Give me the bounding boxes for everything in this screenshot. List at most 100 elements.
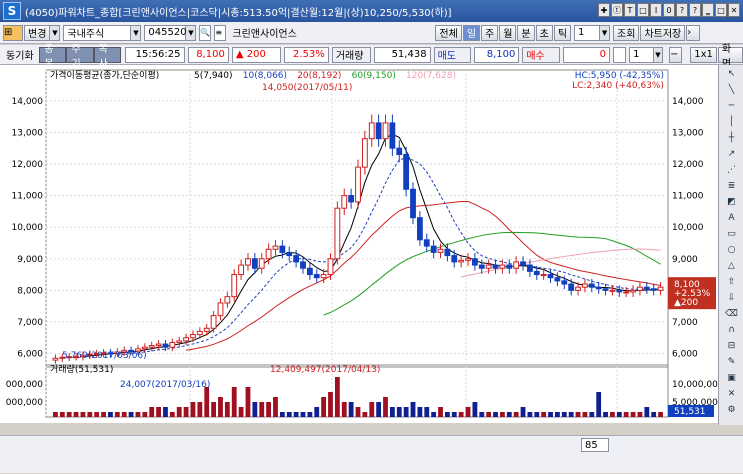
drawing-toolbar: ↖ ╲ ─ │ ┼ ↗ ⋰ ≣ ◩ A ▭ ○ △ ⇧ ⇩ ⌫ ∩ ⊟ ✎ ▣ ✕ ⚙ [718,65,743,425]
price-field: 8,100 [187,46,229,63]
candle [176,340,183,343]
list-icon[interactable]: ≡ [214,24,227,41]
window-button-0[interactable]: ✚ [598,3,610,17]
tab-2[interactable]: 주 [481,24,499,41]
volume-bar [142,412,148,417]
chevron-down-icon[interactable]: ▼ [50,24,61,41]
save-chart-button[interactable]: 차트저장 [640,24,686,41]
buy-label: 매수 [522,46,560,63]
candle [637,286,643,291]
sync-label[interactable]: 동기화 [6,47,39,62]
candle [190,334,196,339]
search-icon[interactable]: 🔍 [199,24,212,41]
change-button[interactable]: 변경 [24,24,51,41]
volume-bar [108,412,113,417]
period-input[interactable]: 1 [574,24,601,41]
candle [630,289,636,293]
query-button[interactable]: 조회 [613,24,640,41]
pen-icon[interactable]: ✎ [725,356,738,369]
candle [382,122,389,140]
tab-0[interactable]: 전체 [435,24,462,41]
tri-icon[interactable]: △ [725,260,738,273]
volume-bar [493,412,498,417]
chevron-down-icon[interactable]: ▼ [653,46,664,63]
volume-bar [321,397,327,417]
tab-3[interactable]: 월 [499,24,517,41]
candle [272,245,279,250]
chevron-right-icon[interactable]: › [686,24,701,41]
circle-icon[interactable]: ○ [725,244,738,257]
candle [306,267,313,276]
ruler-icon[interactable]: ⊟ [725,340,738,353]
candle [568,283,575,291]
window-button-3[interactable]: □ [637,3,649,17]
folder-icon[interactable]: ⊞ [3,24,23,41]
chevron-down-icon[interactable]: ▼ [186,24,197,41]
count-input[interactable]: 1 [629,46,654,63]
tab-6[interactable]: 틱 [553,24,572,41]
stock-code-input[interactable]: 045520 [144,24,187,41]
candle [313,274,320,279]
trend-icon[interactable]: ↗ [725,148,738,161]
volume-bar [568,412,574,417]
lock-icon[interactable]: ▣ [725,372,738,385]
volume-bar [135,412,141,417]
zoom-input[interactable]: 85 [581,438,609,452]
window-button-9[interactable]: □ [715,3,727,17]
candle [485,264,492,269]
copy-button[interactable]: 복사 [93,44,121,70]
minus-icon[interactable]: − [669,46,683,63]
tab-1[interactable]: 일 [462,24,481,41]
candle [657,286,664,291]
volume-bar [224,402,230,417]
window-button-8[interactable]: ‗ [702,3,714,17]
change-field: ▲ 200 [231,46,281,63]
hline-icon[interactable]: ─ [725,100,738,113]
window-button-1[interactable]: ⓣ [611,3,623,17]
window-button-2[interactable]: T [624,3,636,17]
up-arrow-icon[interactable]: ⇧ [725,276,738,289]
candle [368,122,375,140]
text-icon[interactable]: A [725,212,738,225]
candle [540,274,547,277]
eraser-icon[interactable]: ⌫ [725,308,738,321]
delete-icon[interactable]: ✕ [725,388,738,401]
volume-bar [266,402,272,417]
volume-bar [541,412,547,417]
window-button-7[interactable]: ? [689,3,701,17]
checkbox[interactable] [612,46,627,63]
candle [423,239,430,247]
line-icon[interactable]: ╲ [725,84,738,97]
volume-bar [149,407,155,417]
window-button-6[interactable]: ? [676,3,688,17]
stock-chart[interactable]: 14,000 14,000 13,000 13,000 12,000 12,000 11,0… [0,65,718,423]
candle [430,245,437,253]
fibo-icon[interactable]: ≣ [725,180,738,193]
chevron-down-icon[interactable]: ▼ [600,24,611,41]
channel-icon[interactable]: ⋰ [725,164,738,177]
arrow-icon[interactable]: ↖ [725,68,738,81]
zoom-button[interactable]: 1x1 [690,46,717,63]
chevron-down-icon[interactable]: ▼ [131,24,142,41]
down-arrow-icon[interactable]: ⇩ [725,292,738,305]
candle [238,264,245,276]
market-select[interactable]: 국내주식 [63,24,132,41]
window-button-5[interactable]: 0 [663,3,675,17]
window-button-4[interactable]: I [650,3,662,17]
candle [616,289,623,293]
cross-icon[interactable]: ┼ [725,132,738,145]
item-sync-button[interactable]: 종목 [39,44,67,70]
ma10-line [117,157,661,356]
tab-4[interactable]: 분 [517,24,535,41]
gann-icon[interactable]: ◩ [725,196,738,209]
period-sync-button[interactable]: 주기 [66,44,94,70]
tab-5[interactable]: 초 [535,24,553,41]
screen-button[interactable]: 화면 [717,44,743,70]
candle [348,195,355,203]
settings-icon[interactable]: ⚙ [725,404,738,417]
vline-icon[interactable]: │ [725,116,738,129]
window-button-10[interactable]: ✕ [728,3,740,17]
x-tick-5: 2017/07/07 [668,436,720,437]
magnet-icon[interactable]: ∩ [725,324,738,337]
rect-icon[interactable]: ▭ [725,228,738,241]
